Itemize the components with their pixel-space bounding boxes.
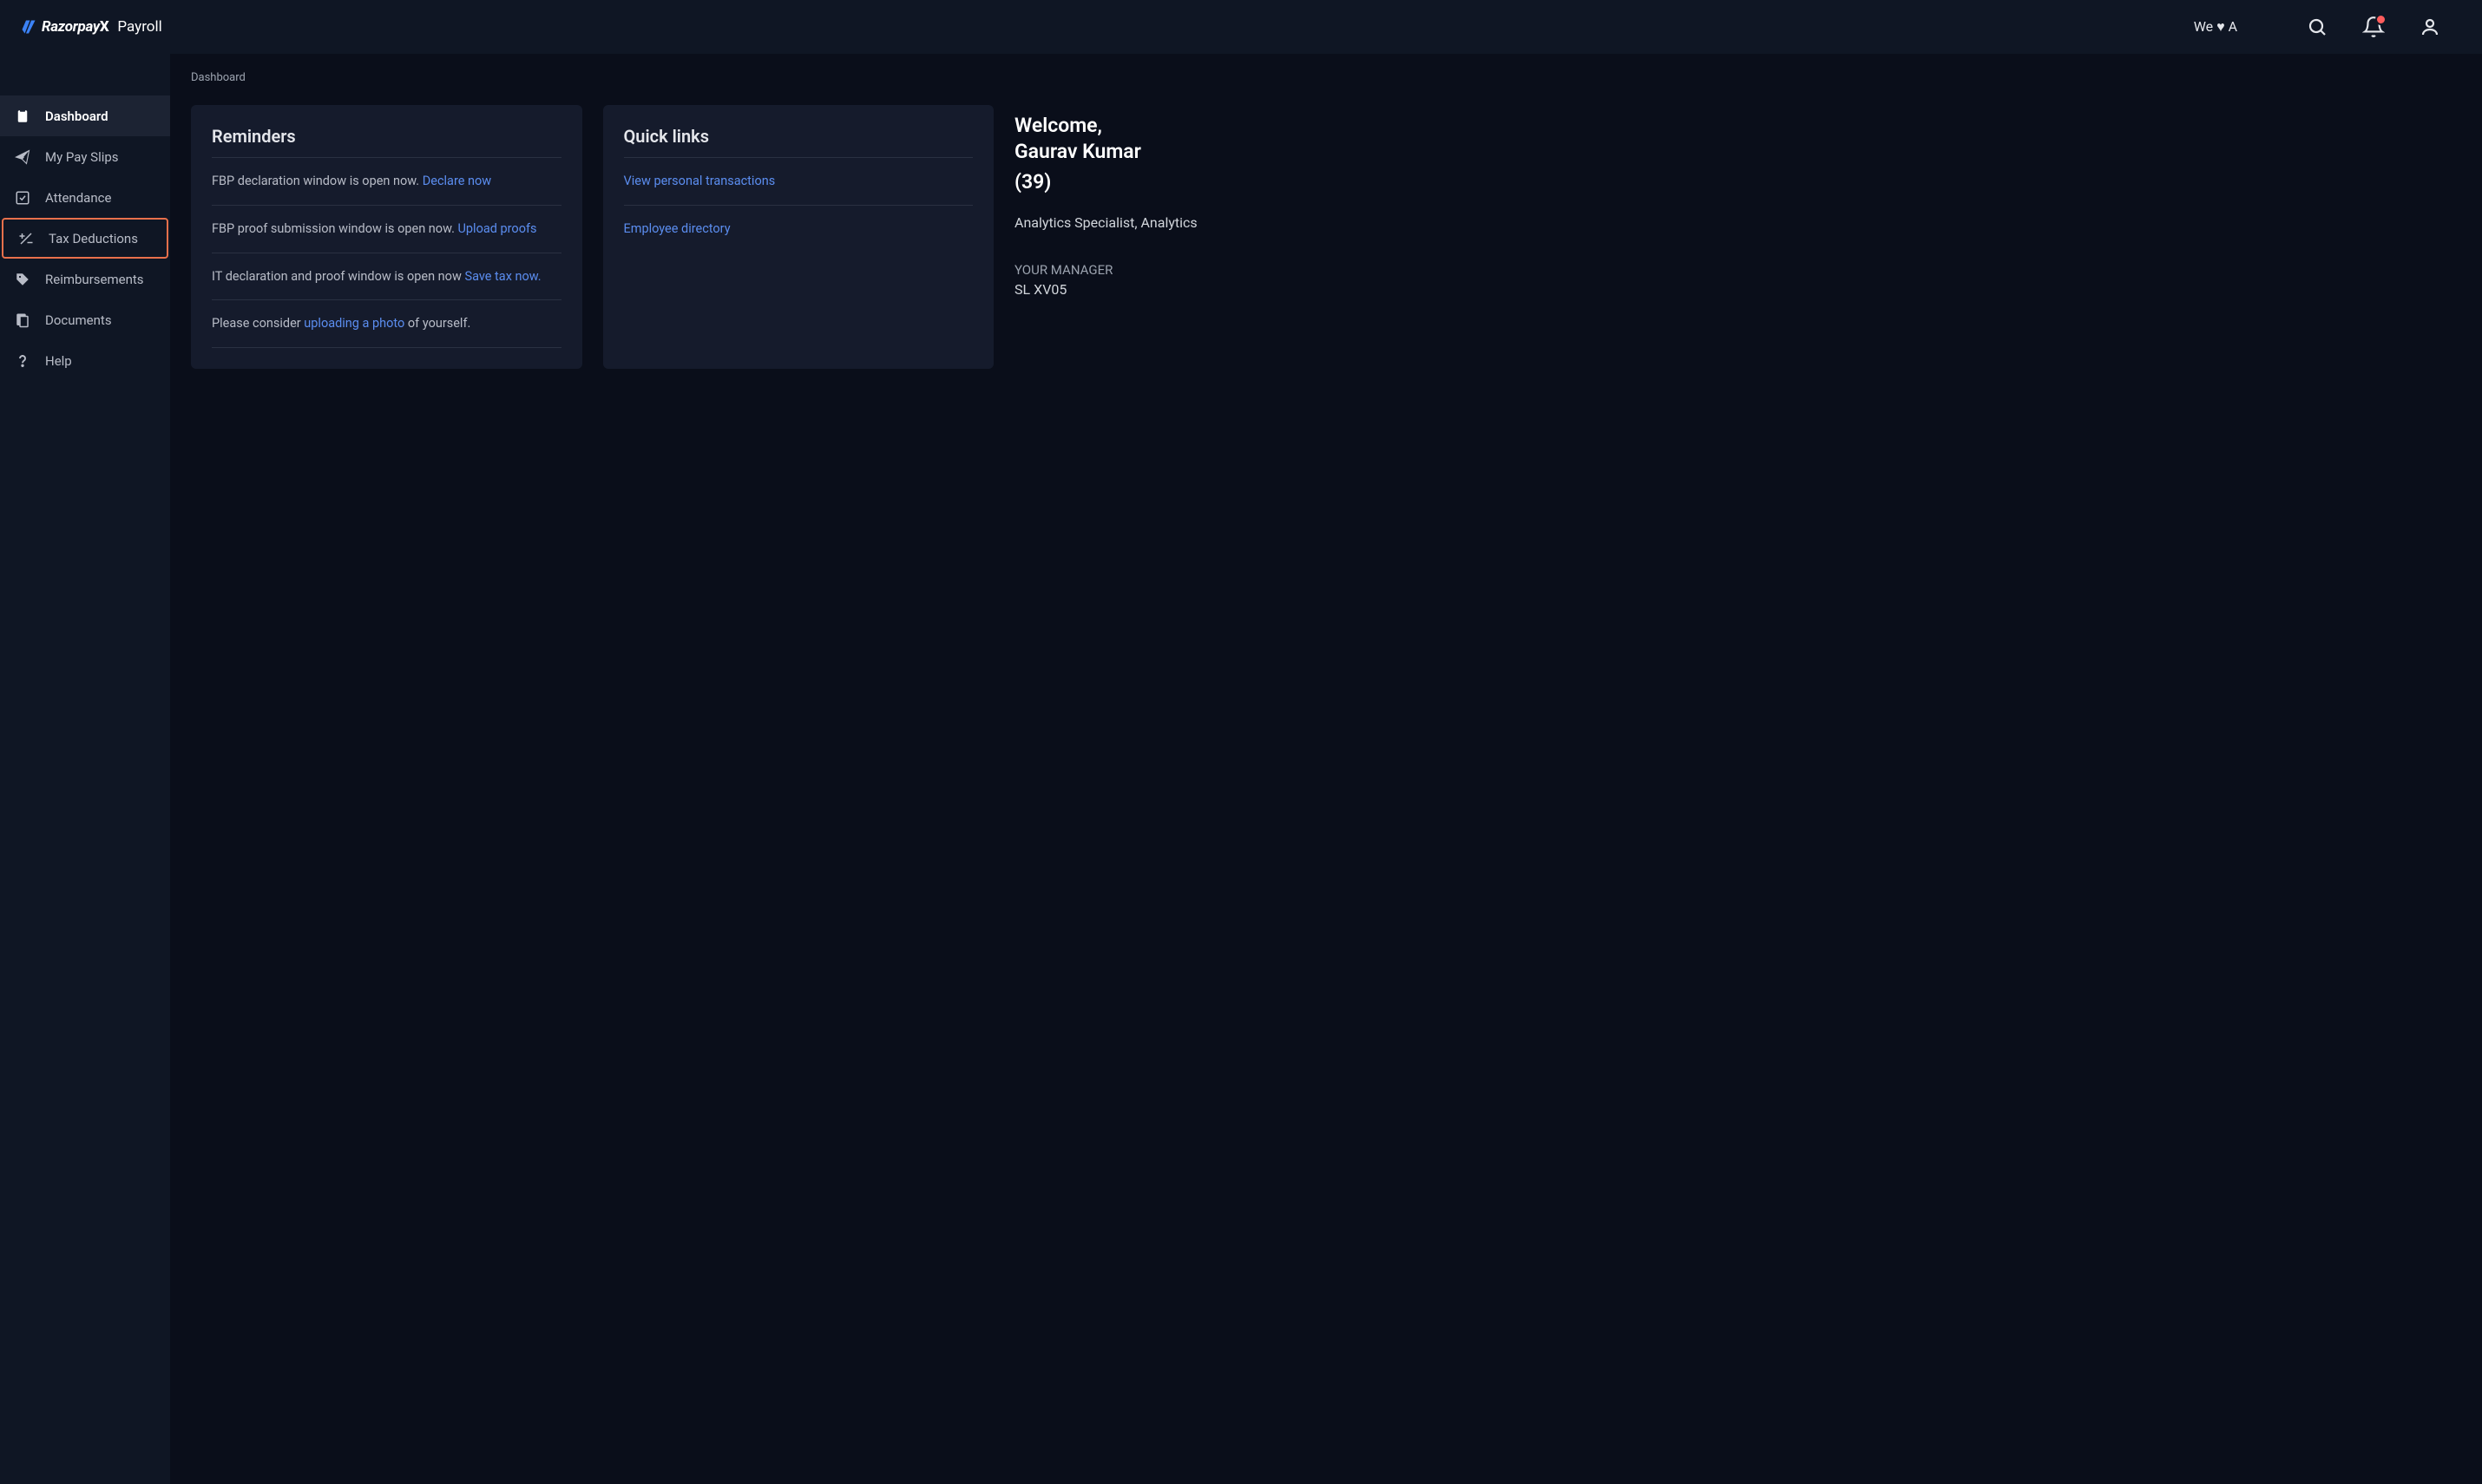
manager-name: SL XV05 <box>1014 281 1257 298</box>
sidebar-item-label: Help <box>45 353 72 369</box>
quicklinks-card: Quick links View personal transactions E… <box>603 105 995 369</box>
breadcrumb[interactable]: Dashboard <box>191 71 994 84</box>
sidebar-item-tax-deductions[interactable]: Tax Deductions <box>2 218 168 259</box>
sidebar-item-dashboard[interactable]: Dashboard <box>0 95 170 136</box>
document-icon <box>14 312 31 329</box>
sidebar-item-attendance[interactable]: Attendance <box>0 177 170 218</box>
main-content: Dashboard Reminders FBP declaration wind… <box>170 54 2482 1484</box>
sidebar-item-label: Dashboard <box>45 108 108 124</box>
sidebar-item-label: My Pay Slips <box>45 149 119 165</box>
quicklinks-title: Quick links <box>624 126 974 147</box>
topbar-actions <box>2307 16 2440 38</box>
question-icon <box>14 352 31 370</box>
user-role: Analytics Specialist, Analytics <box>1014 214 1257 231</box>
logo[interactable]: RazorpayX Payroll <box>21 18 162 36</box>
reminder-link-declare[interactable]: Declare now <box>423 174 491 188</box>
sidebar-item-label: Tax Deductions <box>49 231 138 246</box>
reminders-card: Reminders FBP declaration window is open… <box>191 105 582 369</box>
reminder-item: IT declaration and proof window is open … <box>212 253 561 300</box>
logo-brand-text: RazorpayX <box>42 18 108 36</box>
reminder-link-save-tax[interactable]: Save tax now. <box>464 269 541 284</box>
logo-product-text: Payroll <box>117 18 161 36</box>
plus-minus-icon <box>17 230 35 247</box>
sidebar: Dashboard My Pay Slips Attendance Tax De… <box>0 54 170 1484</box>
sidebar-item-pay-slips[interactable]: My Pay Slips <box>0 136 170 177</box>
reminder-link-upload-proofs[interactable]: Upload proofs <box>458 221 537 236</box>
profile-icon[interactable] <box>2420 16 2440 37</box>
notification-dot <box>2375 14 2387 25</box>
checkbox-icon <box>14 189 31 207</box>
org-label[interactable]: We ♥ A <box>2194 18 2237 36</box>
reminder-item: Please consider uploading a photo of you… <box>212 299 561 348</box>
reminder-link-upload-photo[interactable]: uploading a photo <box>304 316 404 331</box>
sidebar-item-documents[interactable]: Documents <box>0 299 170 340</box>
sidebar-item-label: Documents <box>45 312 112 328</box>
reminders-title: Reminders <box>212 126 561 147</box>
tag-icon <box>14 271 31 288</box>
sidebar-item-label: Reimbursements <box>45 272 144 287</box>
user-name: Gaurav Kumar <box>1014 139 1257 165</box>
sidebar-item-reimbursements[interactable]: Reimbursements <box>0 259 170 299</box>
reminder-item: FBP declaration window is open now. Decl… <box>212 157 561 205</box>
reminder-item: FBP proof submission window is open now.… <box>212 205 561 253</box>
search-icon[interactable] <box>2307 16 2328 37</box>
sidebar-item-label: Attendance <box>45 190 111 206</box>
welcome-label: Welcome, <box>1014 113 1257 139</box>
sidebar-item-help[interactable]: Help <box>0 340 170 381</box>
razorpay-logo-icon <box>21 19 36 35</box>
quicklink-transactions[interactable]: View personal transactions <box>624 157 974 205</box>
manager-label: YOUR MANAGER <box>1014 262 1257 278</box>
quicklink-directory[interactable]: Employee directory <box>624 205 974 253</box>
topbar: RazorpayX Payroll We ♥ A <box>0 0 2482 54</box>
user-panel: Welcome, Gaurav Kumar (39) Analytics Spe… <box>1014 71 1257 1467</box>
paper-plane-icon <box>14 148 31 166</box>
clipboard-icon <box>14 108 31 125</box>
user-id: (39) <box>1014 170 1257 194</box>
notifications-icon[interactable] <box>2362 16 2385 38</box>
